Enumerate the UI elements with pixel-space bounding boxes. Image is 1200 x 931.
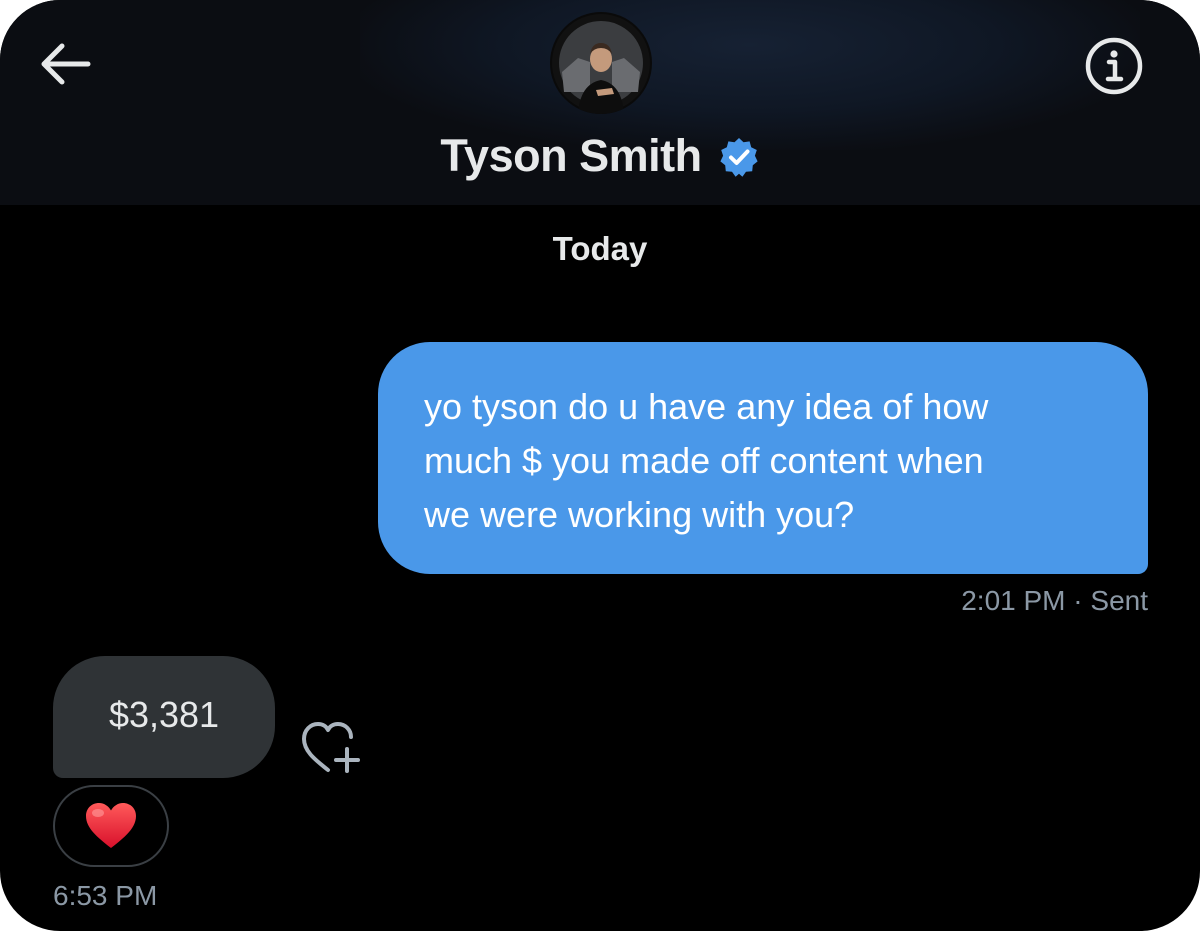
message-line: we were working with you? [424, 494, 855, 535]
arrow-left-icon [41, 43, 91, 85]
conversation-header: Tyson Smith [0, 0, 1200, 205]
contact-name[interactable]: Tyson Smith [440, 130, 702, 182]
message-reaction[interactable] [53, 785, 169, 867]
heart-plus-icon [302, 722, 360, 773]
red-heart-emoji-icon [86, 803, 136, 848]
back-button[interactable] [36, 40, 94, 88]
incoming-message-time: 6:53 PM [53, 880, 158, 911]
info-circle-icon [1085, 37, 1143, 95]
contact-avatar[interactable] [550, 12, 652, 114]
outgoing-message-bubble[interactable]: yo tyson do u have any idea of how much … [378, 342, 1148, 574]
add-reaction-button[interactable] [299, 718, 365, 776]
message-line: yo tyson do u have any idea of how [424, 386, 989, 427]
verified-badge-icon [719, 138, 758, 177]
message-time: 2:01 PM [961, 585, 1066, 616]
message-line: much $ you made off content when [424, 440, 984, 481]
info-button[interactable] [1083, 35, 1145, 97]
dm-conversation-screen: Tyson Smith Today yo tyson do u have any… [0, 0, 1200, 931]
date-separator: Today [552, 230, 648, 267]
message-status: · Sent [1073, 585, 1148, 616]
profile-photo [552, 14, 650, 114]
contact-title: Tyson Smith [0, 126, 1200, 186]
outgoing-message-meta: 2:01 PM · Sent [961, 585, 1148, 617]
incoming-message-bubble[interactable]: $3,381 [53, 656, 275, 778]
